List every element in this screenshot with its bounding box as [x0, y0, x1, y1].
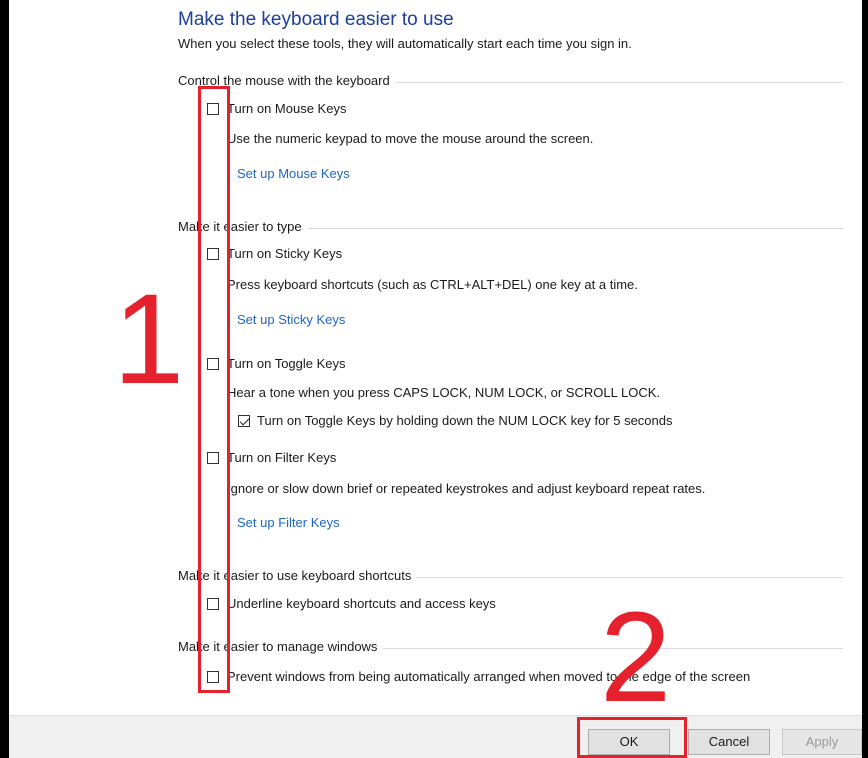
setup-filter-keys-link[interactable]: Set up Filter Keys	[237, 515, 340, 530]
annotation-box-checkboxes	[198, 86, 230, 693]
setup-mouse-keys-link[interactable]: Set up Mouse Keys	[237, 166, 350, 181]
window-frame-left	[0, 0, 9, 758]
annotation-number-2: 2	[600, 586, 672, 729]
cancel-button[interactable]: Cancel	[688, 729, 770, 755]
annotation-number-1: 1	[113, 268, 185, 411]
page-subtitle: When you select these tools, they will a…	[178, 36, 632, 51]
sticky-keys-label[interactable]: Turn on Sticky Keys	[227, 246, 342, 261]
mouse-keys-label[interactable]: Turn on Mouse Keys	[227, 101, 346, 116]
page-title: Make the keyboard easier to use	[178, 9, 454, 30]
toggle-keys-numlock-checkbox[interactable]	[238, 415, 250, 427]
underline-shortcuts-label[interactable]: Underline keyboard shortcuts and access …	[227, 596, 496, 611]
prevent-arrange-label[interactable]: Prevent windows from being automatically…	[227, 669, 750, 684]
window-frame-right	[862, 0, 868, 758]
apply-button[interactable]: Apply	[782, 729, 862, 755]
toggle-keys-description: Hear a tone when you press CAPS LOCK, NU…	[227, 385, 661, 400]
mouse-keys-description: Use the numeric keypad to move the mouse…	[227, 131, 594, 146]
filter-keys-description: Ignore or slow down brief or repeated ke…	[227, 481, 706, 496]
ease-of-access-keyboard-window: Make the keyboard easier to use When you…	[0, 0, 868, 758]
toggle-keys-numlock-label[interactable]: Turn on Toggle Keys by holding down the …	[257, 413, 673, 428]
setup-sticky-keys-link[interactable]: Set up Sticky Keys	[237, 312, 345, 327]
toggle-keys-label[interactable]: Turn on Toggle Keys	[227, 356, 346, 371]
sticky-keys-description: Press keyboard shortcuts (such as CTRL+A…	[227, 277, 638, 292]
filter-keys-label[interactable]: Turn on Filter Keys	[227, 450, 336, 465]
